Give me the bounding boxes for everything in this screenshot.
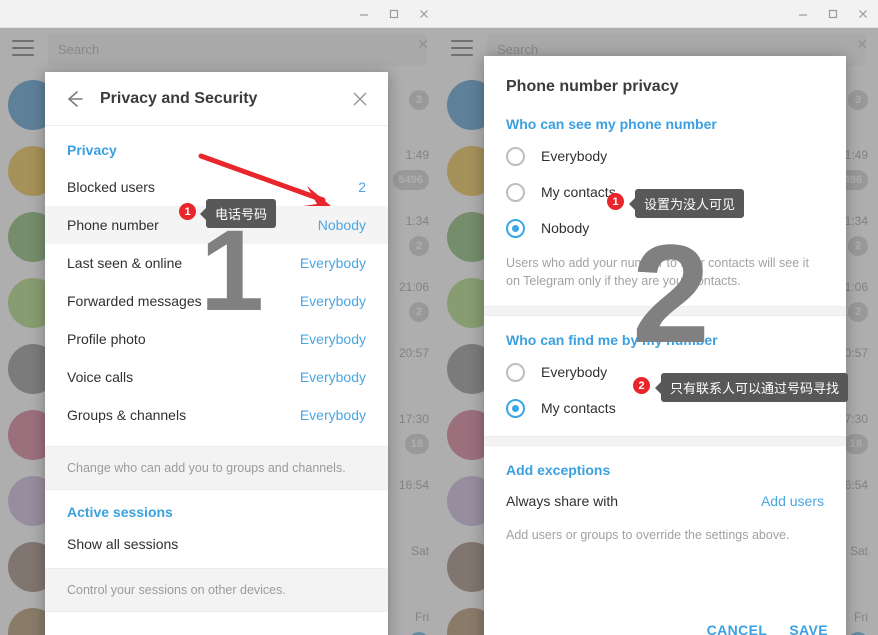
show-all-sessions-row[interactable]: Show all sessions <box>45 528 388 568</box>
who-can-find-section-title: Who can find me by my number <box>506 332 718 349</box>
setting-row-profile-photo[interactable]: Profile photo Everybody <box>45 320 388 358</box>
setting-label: Voice calls <box>67 369 134 385</box>
section-divider <box>484 306 846 317</box>
who-can-see-description: Users who add your number to their conta… <box>506 256 809 289</box>
radio-option-find-everybody[interactable]: Everybody <box>484 354 846 390</box>
setting-row-groups-channels[interactable]: Groups & channels Everybody <box>45 396 388 434</box>
screenshot-root: Search ✕ e... 3 1:4 <box>0 0 878 635</box>
maximize-icon[interactable] <box>379 1 409 27</box>
setting-row-last-seen[interactable]: Last seen & online Everybody <box>45 244 388 282</box>
radio-icon[interactable] <box>506 146 525 166</box>
radio-label: Everybody <box>541 148 608 164</box>
radio-option-see-nobody[interactable]: Nobody <box>484 210 846 246</box>
setting-label: Forwarded messages <box>67 293 202 309</box>
window-titlebar-left <box>0 0 439 28</box>
radio-label: My contacts <box>541 400 616 417</box>
setting-row-forwarded-messages[interactable]: Forwarded messages Everybody <box>45 282 388 320</box>
radio-icon-selected[interactable] <box>506 218 525 238</box>
setting-row-voice-calls[interactable]: Voice calls Everybody <box>45 358 388 396</box>
setting-value: Everybody <box>299 293 366 309</box>
telegram-window-right: Search ✕ e... 3 1:4 <box>439 0 878 635</box>
radio-icon-selected[interactable] <box>506 398 525 418</box>
dialog-actions: CANCEL SAVE <box>707 622 828 635</box>
back-arrow-icon[interactable] <box>63 88 85 110</box>
phone-number-privacy-dialog: Phone number privacy Who can see my phon… <box>484 56 846 635</box>
setting-value: 2 <box>358 179 366 195</box>
page-title: Phone number privacy <box>506 78 679 95</box>
setting-label: Profile photo <box>67 331 146 347</box>
privacy-and-security-dialog: Privacy and Security Privacy Blocked use… <box>45 72 388 635</box>
save-button[interactable]: SAVE <box>789 622 828 635</box>
groups-hint: Change who can add you to groups and cha… <box>45 446 388 490</box>
radio-option-see-my-contacts[interactable]: My contacts <box>484 174 846 210</box>
radio-label: Everybody <box>541 364 608 381</box>
add-exceptions-section-title: Add exceptions <box>506 462 611 479</box>
exceptions-hint: Add users or groups to override the sett… <box>506 528 790 543</box>
minimize-icon[interactable] <box>788 1 818 27</box>
radio-label: Nobody <box>541 220 590 236</box>
maximize-icon[interactable] <box>818 1 848 27</box>
setting-label: Last seen & online <box>67 255 183 271</box>
setting-value: Everybody <box>299 369 366 385</box>
close-icon[interactable] <box>350 89 370 109</box>
setting-label: Blocked users <box>67 179 155 195</box>
setting-row-phone-number[interactable]: Phone number Nobody <box>45 206 388 244</box>
chat-list-backdrop-left: Search ✕ e... 3 1:4 <box>0 28 439 635</box>
sessions-hint: Control your sessions on other devices. <box>45 568 388 612</box>
radio-option-find-my-contacts[interactable]: My contacts <box>484 390 846 426</box>
close-icon[interactable] <box>409 1 439 27</box>
telegram-window-left: Search ✕ e... 3 1:4 <box>0 0 439 635</box>
radio-option-see-everybody[interactable]: Everybody <box>484 138 846 174</box>
dialog-body: Privacy Blocked users 2 Phone number Nob… <box>45 126 388 612</box>
chat-list-backdrop-right: Search ✕ e... 3 1:4 <box>439 28 878 635</box>
setting-value: Nobody <box>317 217 366 233</box>
add-users-link[interactable]: Add users <box>761 493 824 509</box>
page-title: Privacy and Security <box>100 89 258 107</box>
setting-row-blocked-users[interactable]: Blocked users 2 <box>45 168 388 206</box>
window-titlebar-right <box>439 0 878 28</box>
radio-icon[interactable] <box>506 182 525 202</box>
dialog-header: Privacy and Security <box>45 72 388 126</box>
setting-label: Phone number <box>67 217 159 233</box>
privacy-section-title: Privacy <box>67 142 117 158</box>
always-share-with-row[interactable]: Always share with Add users <box>484 484 846 518</box>
setting-value: Everybody <box>299 407 366 423</box>
setting-label: Groups & channels <box>67 407 187 423</box>
radio-label: My contacts <box>541 184 616 200</box>
active-sessions-link[interactable]: Active sessions <box>45 490 388 528</box>
radio-icon[interactable] <box>506 362 525 382</box>
minimize-icon[interactable] <box>349 1 379 27</box>
close-icon[interactable] <box>848 1 878 27</box>
setting-value: Everybody <box>299 331 366 347</box>
who-can-see-section-title: Who can see my phone number <box>506 116 717 132</box>
setting-value: Everybody <box>299 255 366 271</box>
setting-label: Always share with <box>506 493 619 510</box>
cancel-button[interactable]: CANCEL <box>707 622 768 635</box>
section-divider <box>484 436 846 447</box>
